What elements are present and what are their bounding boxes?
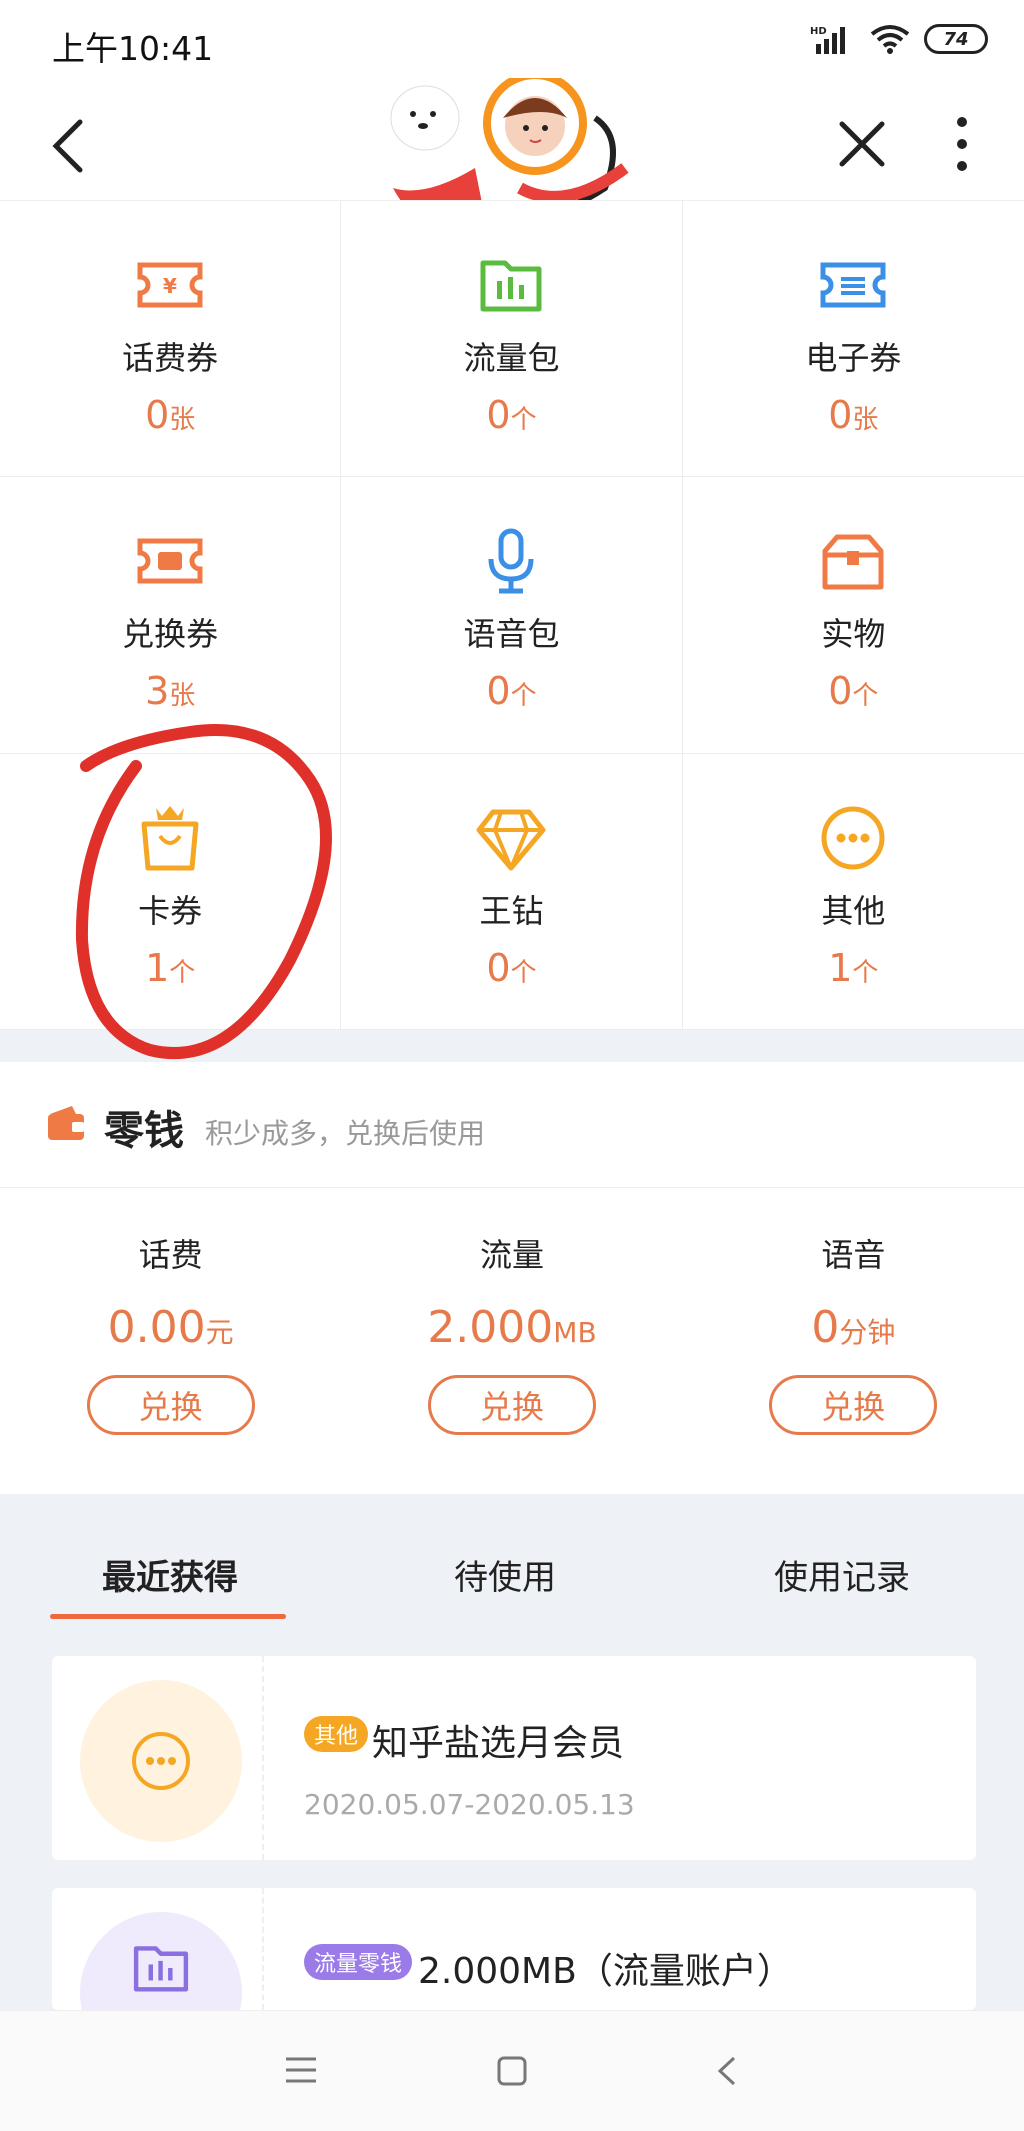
grid-item-count: 3张: [145, 669, 196, 714]
system-nav-bar: [0, 2010, 1024, 2131]
folder-chart-icon: [133, 1946, 189, 1992]
balance-label: 流量: [479, 1236, 544, 1274]
home-square-icon[interactable]: [496, 2055, 528, 2087]
balance-value: 2.000MB: [427, 1302, 597, 1353]
signal-icon: HD: [810, 26, 845, 54]
balance-value: 0分钟: [811, 1302, 896, 1353]
balance-voice: 语音 0分钟 兑换: [683, 1188, 1024, 1494]
grid-item-label: 实物: [821, 615, 886, 654]
tab-history[interactable]: 使用记录: [774, 1550, 910, 1599]
top-nav: [0, 78, 1024, 228]
grid-item-card-coupon[interactable]: 卡券 1个: [0, 753, 342, 1030]
records-section: 最近获得 待使用 使用记录 其他 知乎盐选月会员 2020.05.07-2020…: [0, 1494, 1024, 2010]
card-tag: 其他: [304, 1716, 369, 1752]
grid-item-exchange-coupon[interactable]: 兑换券 3张: [0, 477, 342, 754]
card-title: 知乎盐选月会员: [372, 1723, 625, 1764]
exchange-button[interactable]: 兑换: [86, 1375, 255, 1435]
ticket-list-icon: [820, 262, 886, 308]
grid-item-count: 0张: [145, 393, 196, 437]
status-time: 上午10:41: [52, 29, 214, 68]
tab-pending[interactable]: 待使用: [454, 1550, 556, 1599]
microphone-icon: [488, 528, 534, 594]
grid-item-label: 流量包: [463, 339, 560, 377]
grid-item-label: 电子券: [805, 339, 902, 377]
grid-item-count: 1个: [145, 945, 196, 990]
balance-data: 流量 2.000MB 兑换: [341, 1188, 682, 1494]
grid-item-label: 语音包: [463, 615, 560, 654]
grid-item-count: 0个: [486, 945, 537, 990]
grid-item-label: 话费券: [122, 339, 219, 377]
grid-item-label: 其他: [821, 891, 886, 930]
menu-icon[interactable]: [284, 2055, 318, 2085]
grid-item-count: 0张: [828, 393, 879, 437]
more-dots-icon: [821, 806, 885, 870]
card-icon-circle: [80, 1912, 242, 2010]
close-icon[interactable]: [832, 108, 892, 178]
grid-item-other[interactable]: 其他 1个: [682, 754, 1024, 1030]
change-section-header: 零钱 积少成多，兑换后使用: [0, 1062, 1024, 1188]
crown-bag-icon: [141, 805, 199, 871]
balance-label: 话费: [138, 1236, 203, 1274]
grid-item-diamond[interactable]: 王钻 0个: [341, 753, 683, 1030]
category-grid: ¥ 话费券 0张 流量包 0个 电子券 0张 兑换券 3张 语音包 0个 实物 …: [0, 200, 1024, 1030]
exchange-button[interactable]: 兑换: [769, 1375, 938, 1435]
svg-text:HD: HD: [810, 26, 827, 37]
list-item[interactable]: 其他 知乎盐选月会员 2020.05.07-2020.05.13: [52, 1656, 976, 1860]
system-back-icon[interactable]: [714, 2055, 738, 2087]
grid-item-label: 兑换券: [122, 615, 219, 654]
grid-item-count: 0个: [486, 393, 537, 437]
grid-item-count: 0个: [486, 669, 537, 714]
balance-value: 0.00元: [107, 1302, 234, 1353]
ticket-yen-icon: ¥: [137, 262, 203, 308]
card-tag: 流量零钱: [304, 1944, 413, 1980]
change-subtitle: 积少成多，兑换后使用: [205, 1117, 486, 1150]
grid-item-count: 0个: [828, 669, 879, 714]
change-title: 零钱: [104, 1108, 184, 1154]
folder-chart-icon: [480, 260, 542, 312]
section-divider: [0, 1030, 1024, 1062]
more-dots-icon: [132, 1732, 190, 1790]
status-icons: HD 74: [810, 24, 988, 54]
balance-list: 话费 0.00元 兑换 流量 2.000MB 兑换 语音 0分钟 兑换: [0, 1188, 1024, 1494]
wifi-icon: [870, 25, 910, 54]
battery-icon: 74: [924, 24, 988, 54]
back-arrow-icon[interactable]: [40, 110, 100, 180]
grid-item-physical-goods[interactable]: 实物 0个: [682, 477, 1024, 754]
exchange-button[interactable]: 兑换: [427, 1375, 596, 1435]
card-date: 2020.05.07-2020.05.13: [304, 1788, 635, 1821]
card-title: 2.000MB（流量账户）: [418, 1951, 793, 1992]
ticket-exchange-icon: [137, 538, 203, 584]
grid-item-count: 1个: [828, 945, 879, 990]
record-tabs: 最近获得 待使用 使用记录: [0, 1550, 1024, 1610]
gift-box-icon: [822, 534, 884, 590]
card-icon-area: [52, 1656, 264, 1860]
svg-text:¥: ¥: [163, 274, 177, 298]
active-tab-indicator: [50, 1614, 286, 1619]
wallet-icon: [48, 1106, 84, 1140]
card-icon-circle: [80, 1680, 242, 1842]
more-vertical-icon[interactable]: [932, 108, 992, 178]
balance-label: 语音: [821, 1236, 886, 1274]
list-item[interactable]: 流量零钱 2.000MB（流量账户）: [52, 1888, 976, 2010]
balance-huafei: 话费 0.00元 兑换: [0, 1188, 341, 1494]
grid-item-label: 卡券: [138, 891, 203, 930]
tab-recent[interactable]: 最近获得: [102, 1550, 238, 1599]
grid-item-data-package[interactable]: 流量包 0个: [341, 201, 683, 478]
grid-item-e-coupon[interactable]: 电子券 0张: [682, 201, 1024, 478]
status-bar: 上午10:41 HD 74: [0, 0, 1024, 90]
grid-item-label: 王钻: [479, 891, 544, 930]
diamond-icon: [476, 809, 546, 871]
card-icon-area: [52, 1888, 264, 2010]
grid-item-voice-package[interactable]: 语音包 0个: [341, 477, 683, 754]
grid-item-huafei-coupon[interactable]: ¥ 话费券 0张: [0, 201, 342, 478]
